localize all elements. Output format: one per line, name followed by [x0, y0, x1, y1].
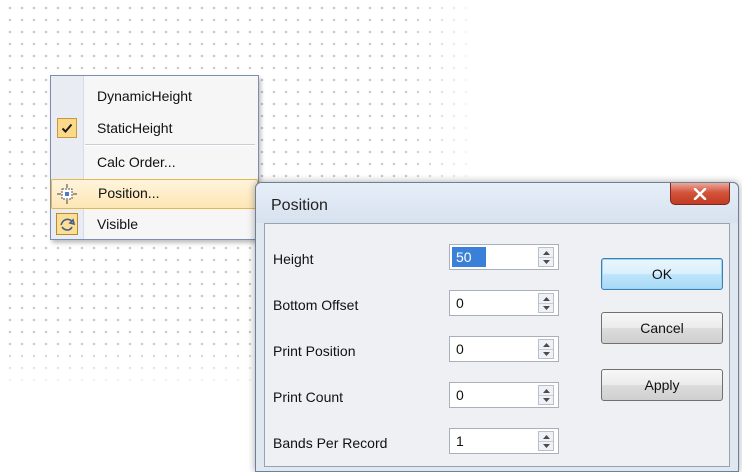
close-button[interactable]	[670, 183, 730, 205]
height-spinner[interactable]	[449, 244, 559, 270]
visible-icon	[56, 213, 78, 235]
bottom-offset-spinner[interactable]	[449, 290, 559, 316]
print-count-spinner[interactable]	[449, 382, 559, 408]
print-position-spinner[interactable]	[449, 336, 559, 362]
spin-down-arrow-icon[interactable]	[539, 441, 553, 450]
height-input[interactable]	[452, 247, 486, 267]
print-position-spin-buttons[interactable]	[538, 339, 554, 359]
menu-item-calc-order[interactable]: Calc Order...	[53, 148, 256, 178]
apply-button[interactable]: Apply	[601, 369, 723, 401]
dialog-body: Height Bottom Offset Print Position	[264, 223, 730, 467]
print-position-input[interactable]	[452, 339, 532, 359]
close-icon	[693, 187, 707, 200]
menu-item-staticheight[interactable]: StaticHeight	[53, 114, 256, 144]
bands-per-record-spin-buttons[interactable]	[538, 431, 554, 451]
menu-separator	[85, 144, 255, 146]
bottom-offset-label: Bottom Offset	[273, 297, 359, 313]
print-count-spin-buttons[interactable]	[538, 385, 554, 405]
position-dialog: Position Height Bottom Offset Pri	[255, 182, 739, 472]
ok-button[interactable]: OK	[601, 258, 723, 290]
menu-item-label: Calc Order...	[97, 154, 176, 170]
dialog-titlebar[interactable]: Position	[256, 183, 738, 223]
checkmark-icon	[57, 118, 77, 138]
menu-item-visible[interactable]: Visible	[53, 210, 256, 240]
menu-item-label: StaticHeight	[97, 120, 173, 136]
spin-down-arrow-icon[interactable]	[539, 257, 553, 266]
menu-item-label: Position...	[98, 185, 160, 201]
height-label: Height	[273, 251, 314, 267]
bottom-offset-input[interactable]	[452, 293, 532, 313]
spin-down-arrow-icon[interactable]	[539, 303, 553, 312]
print-count-label: Print Count	[273, 389, 344, 405]
menu-item-label: DynamicHeight	[97, 88, 192, 104]
menu-item-position[interactable]: Position...	[51, 179, 258, 209]
print-count-input[interactable]	[452, 385, 532, 405]
cancel-button[interactable]: Cancel	[601, 312, 723, 344]
bands-per-record-spinner[interactable]	[449, 428, 559, 454]
bands-per-record-input[interactable]	[452, 431, 532, 451]
spin-down-arrow-icon[interactable]	[539, 349, 553, 358]
spin-down-arrow-icon[interactable]	[539, 395, 553, 404]
bands-per-record-label: Bands Per Record	[273, 435, 388, 451]
menu-item-label: Visible	[97, 216, 138, 232]
height-spin-buttons[interactable]	[538, 247, 554, 267]
position-icon	[57, 184, 77, 204]
context-menu: DynamicHeight StaticHeight Calc Order...…	[50, 75, 259, 240]
menu-item-dynamicheight[interactable]: DynamicHeight	[53, 82, 256, 112]
bottom-offset-spin-buttons[interactable]	[538, 293, 554, 313]
dialog-title: Position	[271, 197, 328, 214]
print-position-label: Print Position	[273, 343, 356, 359]
